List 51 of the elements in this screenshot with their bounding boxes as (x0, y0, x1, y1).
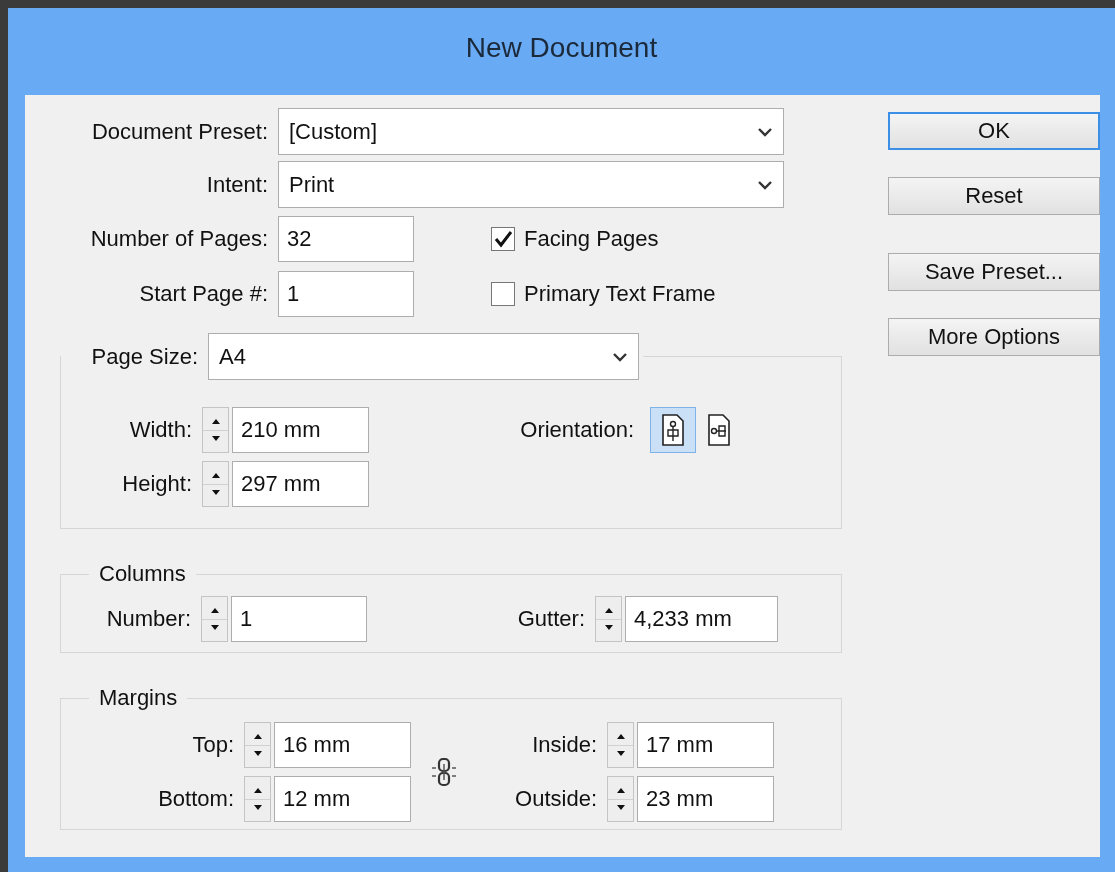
input-field[interactable]: 1 (231, 595, 367, 642)
stepper-arrows[interactable] (244, 721, 271, 768)
stepper-arrows[interactable] (595, 595, 622, 642)
field-label: Top: (191, 731, 235, 758)
group-title: Margins (99, 685, 178, 710)
portrait-icon[interactable] (650, 406, 696, 453)
dialog-button[interactable]: Save Preset... (888, 253, 1100, 291)
field-label: Number of Pages: (89, 225, 269, 252)
input-field[interactable]: 17 mm (637, 721, 774, 768)
checkbox-label[interactable]: Primary Text Frame (524, 280, 716, 307)
input-field[interactable]: 32 (278, 215, 414, 262)
stepper-arrows[interactable] (244, 775, 271, 822)
field-label: Outside: (514, 785, 598, 812)
checkbox-label[interactable]: Facing Pages (524, 225, 659, 252)
input-field[interactable]: 210 mm (232, 406, 369, 453)
stepper-arrows[interactable] (201, 595, 228, 642)
chevron-icon (757, 179, 773, 190)
field-label: Bottom: (157, 785, 235, 812)
stepper-arrows[interactable] (202, 460, 229, 507)
window-title: New Document (465, 31, 658, 65)
input-field[interactable]: 12 mm (274, 775, 411, 822)
stepper-arrows[interactable] (202, 406, 229, 453)
field-label: Intent: (205, 171, 269, 198)
chevron-icon (612, 351, 628, 362)
field-label: Height: (121, 470, 193, 497)
field-label: Start Page #: (138, 280, 269, 307)
dialog-button[interactable]: Reset (888, 177, 1100, 215)
input-field[interactable]: 23 mm (637, 775, 774, 822)
input-field[interactable]: 1 (278, 270, 414, 317)
field-label: Document Preset: (90, 118, 269, 145)
field-label: Number: (105, 605, 192, 632)
dialog-button[interactable]: OK (888, 112, 1100, 150)
input-field[interactable]: 297 mm (232, 460, 369, 507)
field-label: Page Size: (90, 343, 199, 370)
dropdown[interactable]: [Custom] (278, 108, 784, 155)
input-field[interactable]: 16 mm (274, 721, 411, 768)
field-label: Inside: (531, 731, 598, 758)
field-label: Gutter: (516, 605, 586, 632)
field-label: Width: (128, 416, 193, 443)
checkbox[interactable] (491, 281, 515, 306)
dropdown[interactable]: Print (278, 161, 784, 208)
dialog-button[interactable]: More Options (888, 318, 1100, 356)
dropdown[interactable]: A4 (208, 333, 639, 380)
chevron-icon (757, 126, 773, 137)
stepper-arrows[interactable] (607, 721, 634, 768)
stepper-arrows[interactable] (607, 775, 634, 822)
chain-link-icon (429, 755, 459, 788)
checkbox[interactable] (491, 226, 515, 251)
input-field[interactable]: 4,233 mm (625, 595, 778, 642)
field-label: Orientation: (519, 416, 635, 443)
group-title: Columns (99, 561, 186, 586)
